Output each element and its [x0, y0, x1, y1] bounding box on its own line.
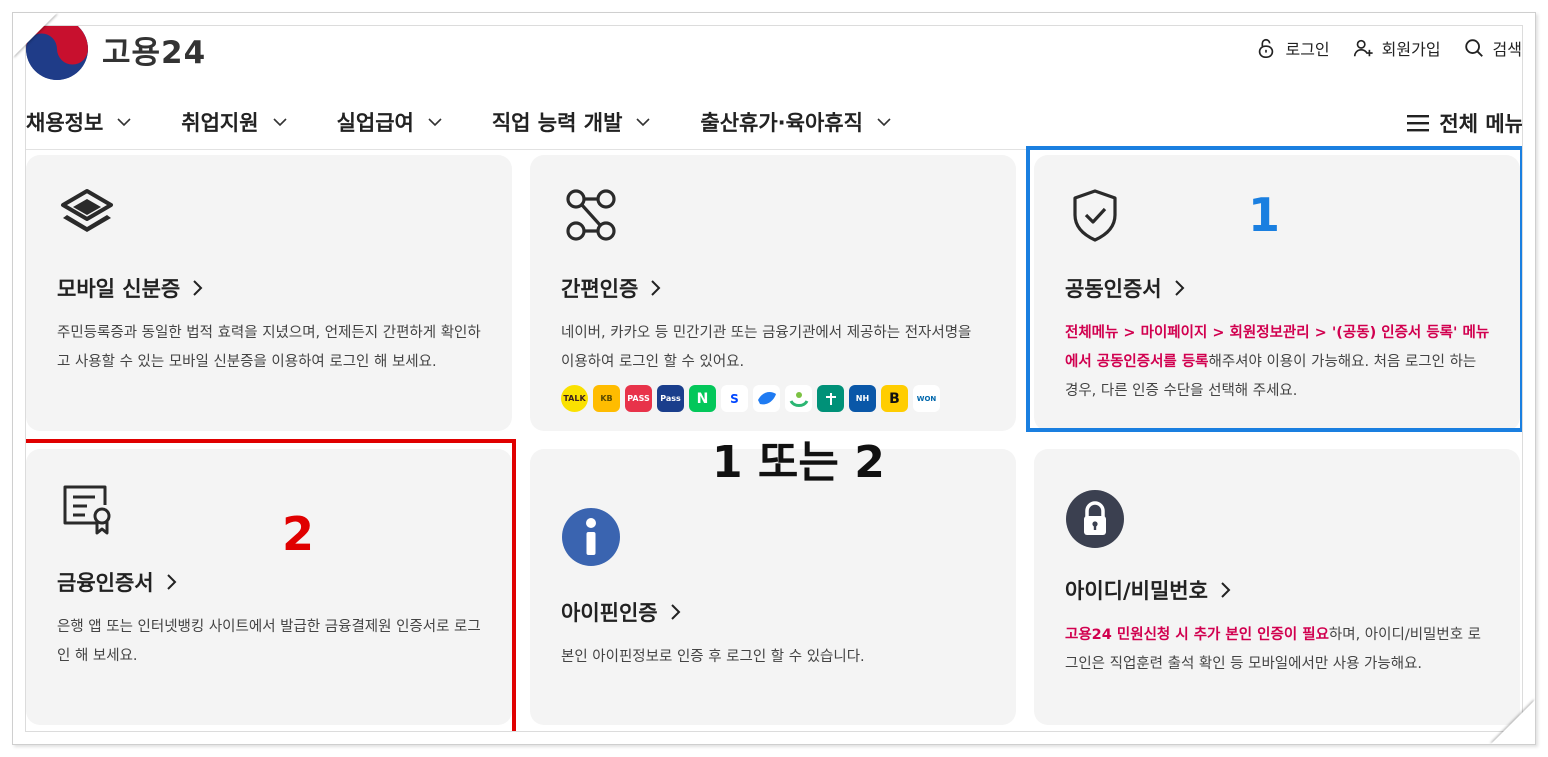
card-description: 네이버, 카카오 등 민간기관 또는 금융기관에서 제공하는 전자서명을 이용하…: [561, 325, 972, 370]
card-description: 본인 아이핀정보로 인증 후 로그인 할 수 있습니다.: [561, 649, 865, 665]
toss-icon[interactable]: [753, 385, 780, 412]
card-title[interactable]: 모바일 신분증: [57, 273, 482, 303]
pass-icon[interactable]: PASS: [625, 385, 652, 412]
hana-bank-icon[interactable]: [817, 385, 844, 412]
page-viewport: 고용24 로그인 회원가입 검색 채용정보 취업지원 실업급여 직업 능력 개발…: [25, 25, 1523, 732]
hamburger-icon: [1407, 115, 1430, 132]
signup-label: 회원가입: [1381, 40, 1441, 59]
page-curl-bottom-right: [1491, 700, 1535, 744]
screenshot-frame: 고용24 로그인 회원가입 검색 채용정보 취업지원 실업급여 직업 능력 개발…: [12, 12, 1536, 745]
annotation-box-red: [26, 439, 516, 731]
page-curl-top-left: [13, 13, 57, 57]
banksalad-icon[interactable]: B: [881, 385, 908, 412]
unlock-icon: [1259, 38, 1274, 58]
naver-icon[interactable]: N: [689, 385, 716, 412]
search-label: 검색: [1492, 40, 1522, 59]
nh-bank-icon[interactable]: NH: [849, 385, 876, 412]
annotation-one-or-two: 1 또는 2: [712, 437, 885, 488]
chevron-right-icon: [670, 604, 681, 620]
search-link[interactable]: 검색: [1463, 36, 1522, 60]
login-label: 로그인: [1285, 40, 1330, 59]
card-title[interactable]: 아이핀인증: [561, 597, 986, 627]
auth-provider-badges: TALK KB PASS Pass N S NH B WON: [561, 385, 986, 412]
chevron-right-icon: [193, 280, 203, 296]
nav-item-parental-leave[interactable]: 출산휴가·육아휴직: [700, 107, 893, 137]
network-nodes-icon: [566, 189, 616, 241]
nav-item-jobs[interactable]: 채용정보: [26, 107, 133, 137]
user-plus-icon: [1353, 39, 1373, 57]
chevron-down-icon: [877, 117, 891, 126]
logo-text: 고용24: [102, 34, 207, 71]
nav-item-vocational-training[interactable]: 직업 능력 개발: [492, 107, 653, 137]
samsung-pass-icon[interactable]: Pass: [657, 385, 684, 412]
annotation-number-2: 2: [282, 507, 315, 561]
lock-circle-icon: [1066, 490, 1124, 548]
highlight-text: 고용24 민원신청 시 추가 본인 인증이 필요: [1065, 627, 1329, 643]
all-menu-button[interactable]: 전체 메뉴: [1407, 108, 1522, 138]
kb-bank-icon[interactable]: KB: [593, 385, 620, 412]
woori-won-icon[interactable]: WON: [913, 385, 940, 412]
card-title[interactable]: 간편인증: [561, 273, 986, 303]
chevron-down-icon: [428, 117, 442, 126]
card-description: 주민등록증과 동일한 법적 효력을 지녔으며, 언제든지 간편하게 확인하고 사…: [57, 325, 481, 370]
shinhan-bank-icon[interactable]: S: [721, 385, 748, 412]
signup-link[interactable]: 회원가입: [1352, 36, 1441, 60]
chevron-right-icon: [1221, 582, 1231, 598]
chevron-right-icon: [651, 280, 661, 296]
annotation-number-1: 1: [1248, 188, 1281, 242]
chevron-down-icon: [272, 117, 287, 126]
chevron-down-icon: [117, 117, 131, 126]
card-mobile-id[interactable]: 모바일 신분증 주민등록증과 동일한 법적 효력을 지녔으며, 언제든지 간편하…: [26, 155, 512, 431]
chevron-down-icon: [636, 117, 650, 126]
layers-icon: [61, 189, 113, 232]
card-simple-auth[interactable]: 간편인증 네이버, 카카오 등 민간기관 또는 금융기관에서 제공하는 전자서명…: [530, 155, 1016, 431]
card-title[interactable]: 아이디/비밀번호: [1065, 575, 1490, 605]
card-ipin[interactable]: 아이핀인증 본인 아이핀정보로 인증 후 로그인 할 수 있습니다.: [530, 449, 1016, 725]
search-icon: [1464, 39, 1483, 57]
info-circle-icon: [562, 508, 620, 566]
nav-item-unemployment-benefit[interactable]: 실업급여: [337, 107, 444, 137]
kakao-talk-icon[interactable]: TALK: [561, 385, 588, 412]
utility-links: 로그인 회원가입 검색: [1255, 36, 1522, 60]
nav-item-employment-support[interactable]: 취업지원: [181, 107, 288, 137]
login-link[interactable]: 로그인: [1255, 36, 1330, 60]
card-description: 고용24 민원신청 시 추가 본인 인증이 필요하며, 아이디/비밀번호 로그인…: [1065, 627, 1482, 672]
payco-icon[interactable]: [785, 385, 812, 412]
main-navigation: 채용정보 취업지원 실업급여 직업 능력 개발 출산휴가·육아휴직 전체 메뉴: [26, 94, 1522, 150]
card-id-password[interactable]: 아이디/비밀번호 고용24 민원신청 시 추가 본인 인증이 필요하며, 아이디…: [1034, 449, 1520, 725]
